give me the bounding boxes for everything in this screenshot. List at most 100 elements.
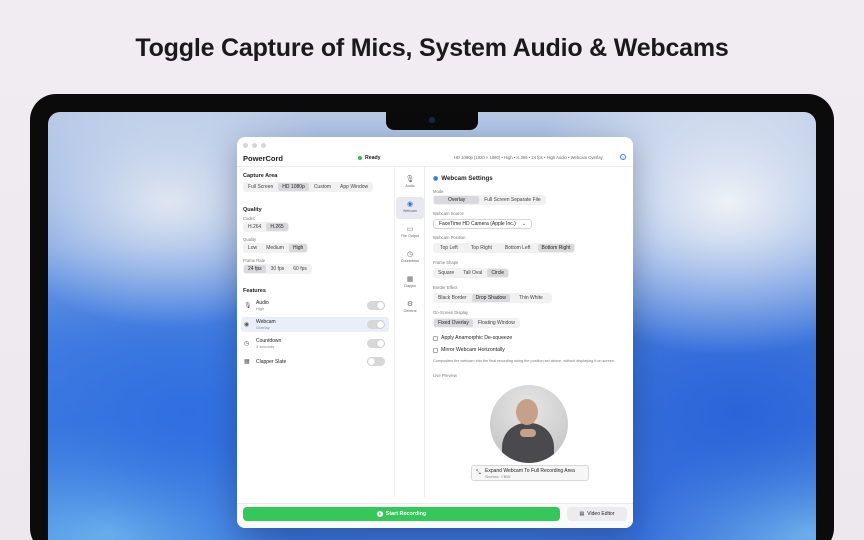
mirror-checkbox-row[interactable]: Mirror Webcam Horizontally: [433, 347, 505, 353]
rail-label: Audio: [405, 184, 415, 188]
codec-option-h265[interactable]: H.265: [266, 223, 288, 231]
frame-shape-label: Frame Shape: [433, 260, 459, 265]
quality-option-high[interactable]: High: [288, 244, 308, 252]
border-segmented: Black Border Drop Shadow Thin White: [433, 293, 552, 303]
expand-arrows-icon: ⤡: [476, 470, 481, 476]
panel-title: ◉ Webcam Settings: [433, 175, 493, 182]
position-segmented: Top Left Top Right Bottom Left Bottom Ri…: [433, 243, 576, 253]
video-editor-label: Video Editor: [587, 511, 615, 517]
position-option-top-right[interactable]: Top Right: [465, 244, 498, 252]
shape-option-circle[interactable]: Circle: [487, 269, 509, 277]
help-icon[interactable]: ?: [620, 154, 626, 160]
expand-label: Expand Webcam To Full Recording Area: [485, 468, 575, 474]
fps-option-60[interactable]: 60 fps: [289, 265, 311, 273]
display-segmented: Fixed Overlay Floating Window: [433, 318, 520, 328]
border-option-black[interactable]: Black Border: [434, 294, 471, 302]
folder-icon: ▭: [406, 226, 414, 233]
minimize-window-button[interactable]: [252, 143, 257, 148]
webcam-icon: ◉: [244, 322, 250, 328]
rail-item-clapper[interactable]: ▦ Clapper: [396, 272, 424, 294]
expand-webcam-button[interactable]: ⤡ Expand Webcam To Full Recording Area S…: [471, 465, 589, 481]
rail-item-general[interactable]: ⚙ General: [396, 297, 424, 319]
status-text: Ready: [365, 155, 381, 161]
audio-toggle[interactable]: [367, 301, 385, 310]
clapper-icon: ▦: [406, 276, 414, 283]
capture-option-full-screen[interactable]: Full Screen: [244, 183, 277, 191]
frame-rate-segmented: 24 fps 30 fps 60 fps: [243, 264, 312, 274]
capture-option-hd-1080p[interactable]: HD 1080p: [278, 183, 309, 191]
start-recording-label: Start Recording: [385, 511, 427, 517]
overlay-description: Composites the webcam into the final rec…: [433, 359, 615, 363]
rail-label: Countdown: [400, 259, 420, 263]
settings-sidebar: Capture Area Full Screen HD 1080p Custom…: [237, 167, 395, 497]
webcam-toggle[interactable]: [367, 320, 385, 329]
quality-option-medium[interactable]: Medium: [262, 244, 288, 252]
webcam-source-select[interactable]: FaceTime HD Camera (Apple Inc.) ⌄: [433, 219, 532, 229]
titlebar: PowerCord Ready HD 1080p (1920 × 1080) •…: [237, 137, 633, 167]
settings-category-rail: 🎙 Audio ◉ Webcam ▭ File Output ◷ Countdo…: [395, 167, 425, 497]
rail-label: General: [403, 309, 417, 313]
shape-segmented: Square Tall Oval Circle: [433, 268, 510, 278]
capture-option-custom[interactable]: Custom: [310, 183, 335, 191]
rail-item-webcam[interactable]: ◉ Webcam: [396, 197, 424, 219]
fps-option-30[interactable]: 30 fps: [267, 265, 289, 273]
fps-option-24[interactable]: 24 fps: [244, 265, 266, 273]
gear-icon: ⚙: [406, 301, 414, 308]
bottom-bar: ● Start Recording ▤ Video Editor: [237, 503, 633, 528]
zoom-window-button[interactable]: [261, 143, 266, 148]
rail-item-countdown[interactable]: ◷ Countdown: [396, 247, 424, 269]
checkbox-label: Apply Anamorphic De-squeeze: [441, 335, 513, 341]
webcam-position-label: Webcam Position: [433, 235, 466, 240]
mode-label: Mode: [433, 189, 444, 194]
feature-sub: Overlay: [256, 325, 270, 330]
capture-option-app-window[interactable]: App Window: [336, 183, 372, 191]
countdown-toggle[interactable]: [367, 339, 385, 348]
checkbox[interactable]: [433, 335, 438, 341]
mic-icon: 🎙: [244, 303, 252, 309]
camera-lens-icon: [429, 117, 435, 123]
checkbox[interactable]: [433, 347, 438, 353]
feature-row-clapper-slate[interactable]: ▦ Clapper Slate: [241, 354, 389, 369]
shape-option-square[interactable]: Square: [434, 269, 458, 277]
position-option-bottom-right[interactable]: Bottom Right: [537, 244, 575, 252]
feature-sub: High: [256, 306, 265, 311]
status-dot-icon: [358, 156, 362, 160]
chevron-updown-icon: ⌄: [521, 221, 526, 227]
settings-summary: HD 1080p (1920 × 1080) • High • H.265 • …: [454, 155, 603, 160]
start-recording-button[interactable]: ● Start Recording: [243, 507, 560, 521]
webcam-live-preview: [490, 385, 568, 463]
border-option-drop-shadow[interactable]: Drop Shadow: [471, 294, 510, 302]
webcam-source-value: FaceTime HD Camera (Apple Inc.): [439, 221, 516, 227]
feature-row-audio[interactable]: 🎙 Audio High: [241, 298, 389, 313]
display-option-fixed-overlay[interactable]: Fixed Overlay: [434, 319, 473, 327]
panel-title-text: Webcam Settings: [441, 175, 493, 182]
mode-option-overlay[interactable]: Overlay: [434, 196, 480, 204]
live-preview-label: Live Preview: [433, 373, 457, 378]
quality-title: Quality: [243, 207, 262, 213]
preview-person-hands: [520, 429, 536, 437]
quality-option-low[interactable]: Low: [244, 244, 261, 252]
feature-row-webcam[interactable]: ◉ Webcam Overlay: [241, 317, 389, 332]
border-option-thin-white[interactable]: Thin White: [511, 294, 551, 302]
frame-rate-label: Frame Rate: [243, 258, 266, 263]
clapper-slate-toggle[interactable]: [367, 357, 385, 366]
mode-option-full-screen[interactable]: Full Screen Separate File: [480, 196, 544, 204]
record-icon: ●: [376, 511, 383, 517]
rail-item-audio[interactable]: 🎙 Audio: [396, 172, 424, 194]
webcam-source-label: Webcam Source: [433, 211, 464, 216]
close-window-button[interactable]: [243, 143, 248, 148]
video-editor-button[interactable]: ▤ Video Editor: [567, 507, 627, 521]
position-option-top-left[interactable]: Top Left: [434, 244, 464, 252]
shape-option-tall-oval[interactable]: Tall Oval: [459, 269, 486, 277]
position-option-bottom-left[interactable]: Bottom Left: [499, 244, 537, 252]
anamorphic-checkbox-row[interactable]: Apply Anamorphic De-squeeze: [433, 335, 512, 341]
mic-icon: 🎙: [405, 176, 415, 183]
webcam-settings-panel: ◉ Webcam Settings Mode Overlay Full Scre…: [427, 167, 633, 497]
display-option-floating-window[interactable]: Floating Window: [474, 319, 519, 327]
feature-row-countdown[interactable]: ◷ Countdown 3 seconds: [241, 336, 389, 351]
codec-option-h264[interactable]: H.264: [244, 223, 265, 231]
codec-segmented: H.264 H.265: [243, 222, 289, 232]
status-badge: Ready: [358, 155, 381, 161]
rail-item-file-output[interactable]: ▭ File Output: [396, 222, 424, 244]
features-title: Features: [243, 288, 266, 294]
